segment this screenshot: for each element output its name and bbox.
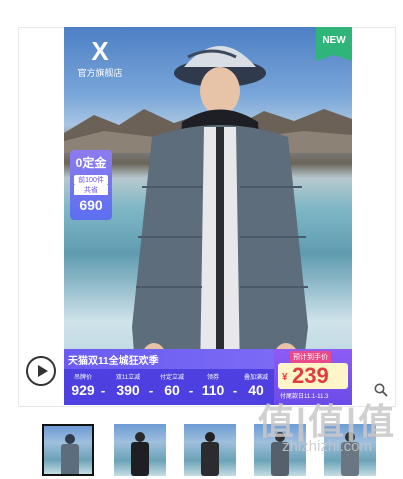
deposit-title: 0定金 bbox=[75, 156, 107, 170]
promo-cell: 付定立减 60 bbox=[158, 369, 186, 398]
promo-separator: - bbox=[148, 383, 154, 398]
play-video-button[interactable] bbox=[26, 356, 56, 386]
promo-cell: 领券 110 bbox=[196, 369, 230, 398]
deposit-badge: 0定金 前100件 共省 690 bbox=[70, 150, 112, 220]
promo-cell: 吊牌价 929 bbox=[66, 369, 100, 398]
magnifier-icon[interactable] bbox=[374, 383, 388, 397]
promo-separator: - bbox=[188, 383, 194, 398]
thumbnail-figure bbox=[61, 434, 79, 474]
price-currency: ¥ bbox=[282, 372, 288, 383]
brand-store-name: 官方旗舰店 bbox=[77, 68, 123, 78]
promo-separator: - bbox=[232, 383, 238, 398]
price-label: 预计到手价 bbox=[290, 351, 331, 363]
deposit-amount: 690 bbox=[79, 197, 103, 213]
promo-separator: - bbox=[100, 383, 106, 398]
price-value: 239 bbox=[292, 363, 329, 388]
promo-breakdown: 吊牌价 929 - 双11立减 390 - 付定立减 60 - 领券 110 -… bbox=[64, 369, 274, 405]
deposit-line2: 共省 bbox=[74, 185, 108, 195]
play-icon bbox=[38, 365, 48, 377]
promo-cell-label: 叠加满减 bbox=[243, 375, 268, 381]
price-date: 付尾款日11.1-11.3 bbox=[280, 394, 329, 400]
watermark: 值|值|值 zhizhizhi.com bbox=[252, 400, 402, 476]
promo-cell-value: 929 bbox=[71, 382, 95, 398]
promo-cell-value: 110 bbox=[201, 382, 225, 398]
deposit-line1: 前100件 bbox=[74, 175, 108, 185]
promo-cell-label: 付定立减 bbox=[159, 375, 184, 381]
thumbnail-1[interactable] bbox=[42, 424, 94, 476]
price-box: 预计到手价 ¥ 239 付尾款日11.1-11.3 bbox=[274, 349, 352, 405]
thumbnail-figure bbox=[201, 432, 219, 476]
promo-cell: 双11立减 390 bbox=[110, 369, 146, 398]
brand-logo: X 官方旗舰店 bbox=[70, 38, 130, 82]
thumbnail-figure bbox=[131, 432, 149, 476]
promo-title: 天猫双11全城狂欢季 bbox=[68, 356, 159, 367]
thumbnail-2[interactable] bbox=[114, 424, 166, 476]
promo-bar: 天猫双11全城狂欢季 吊牌价 929 - 双11立减 390 - 付定立减 60… bbox=[64, 349, 274, 405]
promo-cell-value: 390 bbox=[116, 382, 140, 398]
price-panel: ¥ 239 bbox=[278, 363, 348, 389]
promo-cell-label: 双11立减 bbox=[115, 375, 141, 381]
thumbnail-3[interactable] bbox=[184, 424, 236, 476]
promo-cell-value: 60 bbox=[164, 382, 180, 398]
promo-cell-label: 吊牌价 bbox=[73, 375, 92, 381]
promo-cell-value: 40 bbox=[248, 382, 264, 398]
promo-cell: 叠加满减 40 bbox=[240, 369, 272, 398]
brand-mark: X bbox=[91, 36, 109, 66]
promo-cell-label: 领券 bbox=[206, 375, 219, 381]
